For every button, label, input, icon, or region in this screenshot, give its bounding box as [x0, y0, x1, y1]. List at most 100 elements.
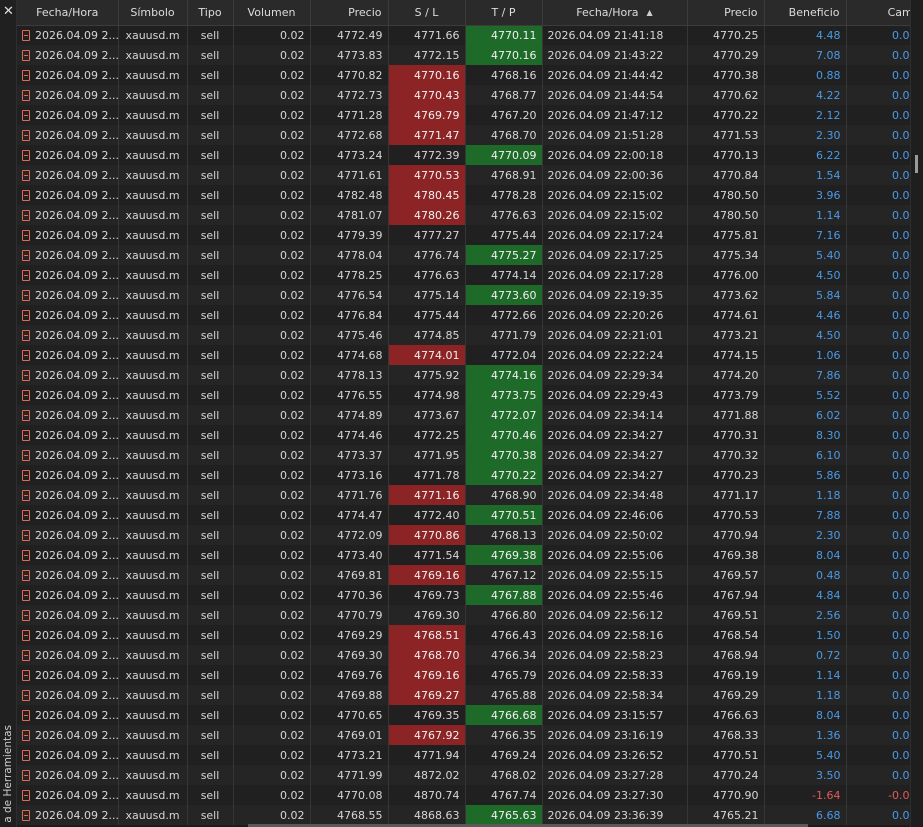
close-icon[interactable]: ✕	[0, 2, 17, 20]
cell-change: 0.08 %	[846, 545, 910, 565]
cell-type: sell	[187, 665, 234, 685]
cell-open-time-text: 2026.04.09 2...	[35, 588, 118, 602]
table-row[interactable]: 2026.04.09 2... xauusd.m sell 0.02 4782.48 47…	[17, 185, 910, 205]
table-row[interactable]: 2026.04.09 2... xauusd.m sell 0.02 4771.28 47…	[17, 105, 910, 125]
table-row[interactable]: 2026.04.09 2... xauusd.m sell 0.02 4776.84 47…	[17, 305, 910, 325]
table-row[interactable]: 2026.04.09 2... xauusd.m sell 0.02 4775.46 47…	[17, 325, 910, 345]
cell-change: 0.05 %	[846, 25, 910, 45]
table-row[interactable]: 2026.04.09 2... xauusd.m sell 0.02 4771.61 47…	[17, 165, 910, 185]
cell-close-price: 4773.62	[687, 285, 765, 305]
cell-profit: 4.84	[764, 585, 847, 605]
cell-close-price: 4774.20	[687, 365, 765, 385]
table-row[interactable]: 2026.04.09 2... xauusd.m sell 0.02 4770.36 47…	[17, 585, 910, 605]
table-row[interactable]: 2026.04.09 2... xauusd.m sell 0.02 4772.68 47…	[17, 125, 910, 145]
cell-tp: 4767.88	[465, 585, 543, 605]
cell-close-time: 2026.04.09 22:34:14	[542, 405, 688, 425]
cell-open-price: 4779.39	[310, 225, 389, 245]
table-row[interactable]: 2026.04.09 2... xauusd.m sell 0.02 4774.68 47…	[17, 345, 910, 365]
cell-close-time: 2026.04.09 23:27:28	[542, 765, 688, 785]
cell-close-price: 4770.94	[687, 525, 765, 545]
table-row[interactable]: 2026.04.09 2... xauusd.m sell 0.02 4778.04 47…	[17, 245, 910, 265]
table-row[interactable]: 2026.04.09 2... xauusd.m sell 0.02 4773.37 47…	[17, 445, 910, 465]
table-row[interactable]: 2026.04.09 2... xauusd.m sell 0.02 4768.55 48…	[17, 805, 910, 825]
toolbox-vertical-tab[interactable]: a de Herramientas	[1, 725, 16, 823]
cell-open-time: 2026.04.09 2...	[17, 745, 119, 765]
cell-change: 0.01 %	[846, 205, 910, 225]
col-open-time-header[interactable]: Fecha/Hora	[17, 0, 119, 26]
table-row[interactable]: 2026.04.09 2... xauusd.m sell 0.02 4770.65 47…	[17, 705, 910, 725]
cell-sl: 4772.40	[388, 505, 466, 525]
cell-close-price: 4770.32	[687, 445, 765, 465]
col-profit-header[interactable]: Beneficio	[764, 0, 847, 26]
col-close-time-header[interactable]: Fecha/Hora ▲	[542, 0, 688, 26]
cell-open-price: 4778.13	[310, 365, 389, 385]
cell-sl: 4770.53	[388, 165, 466, 185]
table-row[interactable]: 2026.04.09 2... xauusd.m sell 0.02 4773.24 47…	[17, 145, 910, 165]
cell-close-price: 4775.34	[687, 245, 765, 265]
table-row[interactable]: 2026.04.09 2... xauusd.m sell 0.02 4774.47 47…	[17, 505, 910, 525]
cell-volume: 0.02	[233, 765, 311, 785]
scrollbar-thumb[interactable]	[915, 155, 918, 173]
cell-tp: 4776.63	[465, 205, 543, 225]
table-row[interactable]: 2026.04.09 2... xauusd.m sell 0.02 4773.16 47…	[17, 465, 910, 485]
table-row[interactable]: 2026.04.09 2... xauusd.m sell 0.02 4770.82 47…	[17, 65, 910, 85]
col-symbol-header[interactable]: Símbolo	[118, 0, 188, 26]
cell-open-time: 2026.04.09 2...	[17, 445, 119, 465]
cell-type: sell	[187, 205, 234, 225]
table-row[interactable]: 2026.04.09 2... xauusd.m sell 0.02 4772.73 47…	[17, 85, 910, 105]
table-row[interactable]: 2026.04.09 2... xauusd.m sell 0.02 4769.29 47…	[17, 625, 910, 645]
order-doc-icon	[22, 89, 30, 101]
table-row[interactable]: 2026.04.09 2... xauusd.m sell 0.02 4773.83 47…	[17, 45, 910, 65]
cell-open-price: 4773.21	[310, 745, 389, 765]
cell-symbol: xauusd.m	[118, 625, 188, 645]
table-row[interactable]: 2026.04.09 2... xauusd.m sell 0.02 4774.89 47…	[17, 405, 910, 425]
cell-sl: 4770.43	[388, 85, 466, 105]
col-close-price-header[interactable]: Precio	[687, 0, 765, 26]
table-row[interactable]: 2026.04.09 2... xauusd.m sell 0.02 4779.39 47…	[17, 225, 910, 245]
col-sl-header[interactable]: S / L	[388, 0, 466, 26]
cell-sl: 4771.78	[388, 465, 466, 485]
cell-sl: 4768.51	[388, 625, 466, 645]
cell-tp: 4778.28	[465, 185, 543, 205]
cell-tp: 4772.07	[465, 405, 543, 425]
table-row[interactable]: 2026.04.09 2... xauusd.m sell 0.02 4769.81 47…	[17, 565, 910, 585]
table-row[interactable]: 2026.04.09 2... xauusd.m sell 0.02 4771.99 48…	[17, 765, 910, 785]
table-row[interactable]: 2026.04.09 2... xauusd.m sell 0.02 4781.07 47…	[17, 205, 910, 225]
cell-symbol: xauusd.m	[118, 665, 188, 685]
col-open-price-header[interactable]: Precio	[310, 0, 389, 26]
table-row[interactable]: 2026.04.09 2... xauusd.m sell 0.02 4770.79 47…	[17, 605, 910, 625]
vertical-scrollbar[interactable]	[910, 0, 923, 827]
cell-sl: 4774.85	[388, 325, 466, 345]
cell-volume: 0.02	[233, 745, 311, 765]
order-doc-icon	[22, 389, 30, 401]
table-row[interactable]: 2026.04.09 2... xauusd.m sell 0.02 4776.54 47…	[17, 285, 910, 305]
table-row[interactable]: 2026.04.09 2... xauusd.m sell 0.02 4773.21 47…	[17, 745, 910, 765]
col-change-header[interactable]: Cambio	[846, 0, 910, 26]
table-row[interactable]: 2026.04.09 2... xauusd.m sell 0.02 4771.76 47…	[17, 485, 910, 505]
cell-profit: 7.08	[764, 45, 847, 65]
table-row[interactable]: 2026.04.09 2... xauusd.m sell 0.02 4778.25 47…	[17, 265, 910, 285]
cell-volume: 0.02	[233, 285, 311, 305]
col-volume-header[interactable]: Volumen	[233, 0, 311, 26]
col-tp-header[interactable]: T / P	[465, 0, 543, 26]
cell-open-time: 2026.04.09 2...	[17, 185, 119, 205]
table-row[interactable]: 2026.04.09 2... xauusd.m sell 0.02 4769.88 47…	[17, 685, 910, 705]
table-row[interactable]: 2026.04.09 2... xauusd.m sell 0.02 4769.30 47…	[17, 645, 910, 665]
table-row[interactable]: 2026.04.09 2... xauusd.m sell 0.02 4770.08 48…	[17, 785, 910, 805]
cell-change: 0.06 %	[846, 405, 910, 425]
table-row[interactable]: 2026.04.09 2... xauusd.m sell 0.02 4772.09 47…	[17, 525, 910, 545]
table-row[interactable]: 2026.04.09 2... xauusd.m sell 0.02 4769.76 47…	[17, 665, 910, 685]
order-doc-icon	[22, 609, 30, 621]
table-row[interactable]: 2026.04.09 2... xauusd.m sell 0.02 4778.13 47…	[17, 365, 910, 385]
table-row[interactable]: 2026.04.09 2... xauusd.m sell 0.02 4774.46 47…	[17, 425, 910, 445]
table-row[interactable]: 2026.04.09 2... xauusd.m sell 0.02 4769.01 47…	[17, 725, 910, 745]
cell-tp: 4767.20	[465, 105, 543, 125]
table-row[interactable]: 2026.04.09 2... xauusd.m sell 0.02 4776.55 47…	[17, 385, 910, 405]
col-type-header[interactable]: Tipo	[187, 0, 234, 26]
cell-close-price: 4774.15	[687, 345, 765, 365]
table-row[interactable]: 2026.04.09 2... xauusd.m sell 0.02 4772.49 47…	[17, 25, 910, 45]
table-row[interactable]: 2026.04.09 2... xauusd.m sell 0.02 4773.40 47…	[17, 545, 910, 565]
cell-sl: 4772.39	[388, 145, 466, 165]
cell-close-price: 4770.24	[687, 765, 765, 785]
cell-open-price: 4769.30	[310, 645, 389, 665]
